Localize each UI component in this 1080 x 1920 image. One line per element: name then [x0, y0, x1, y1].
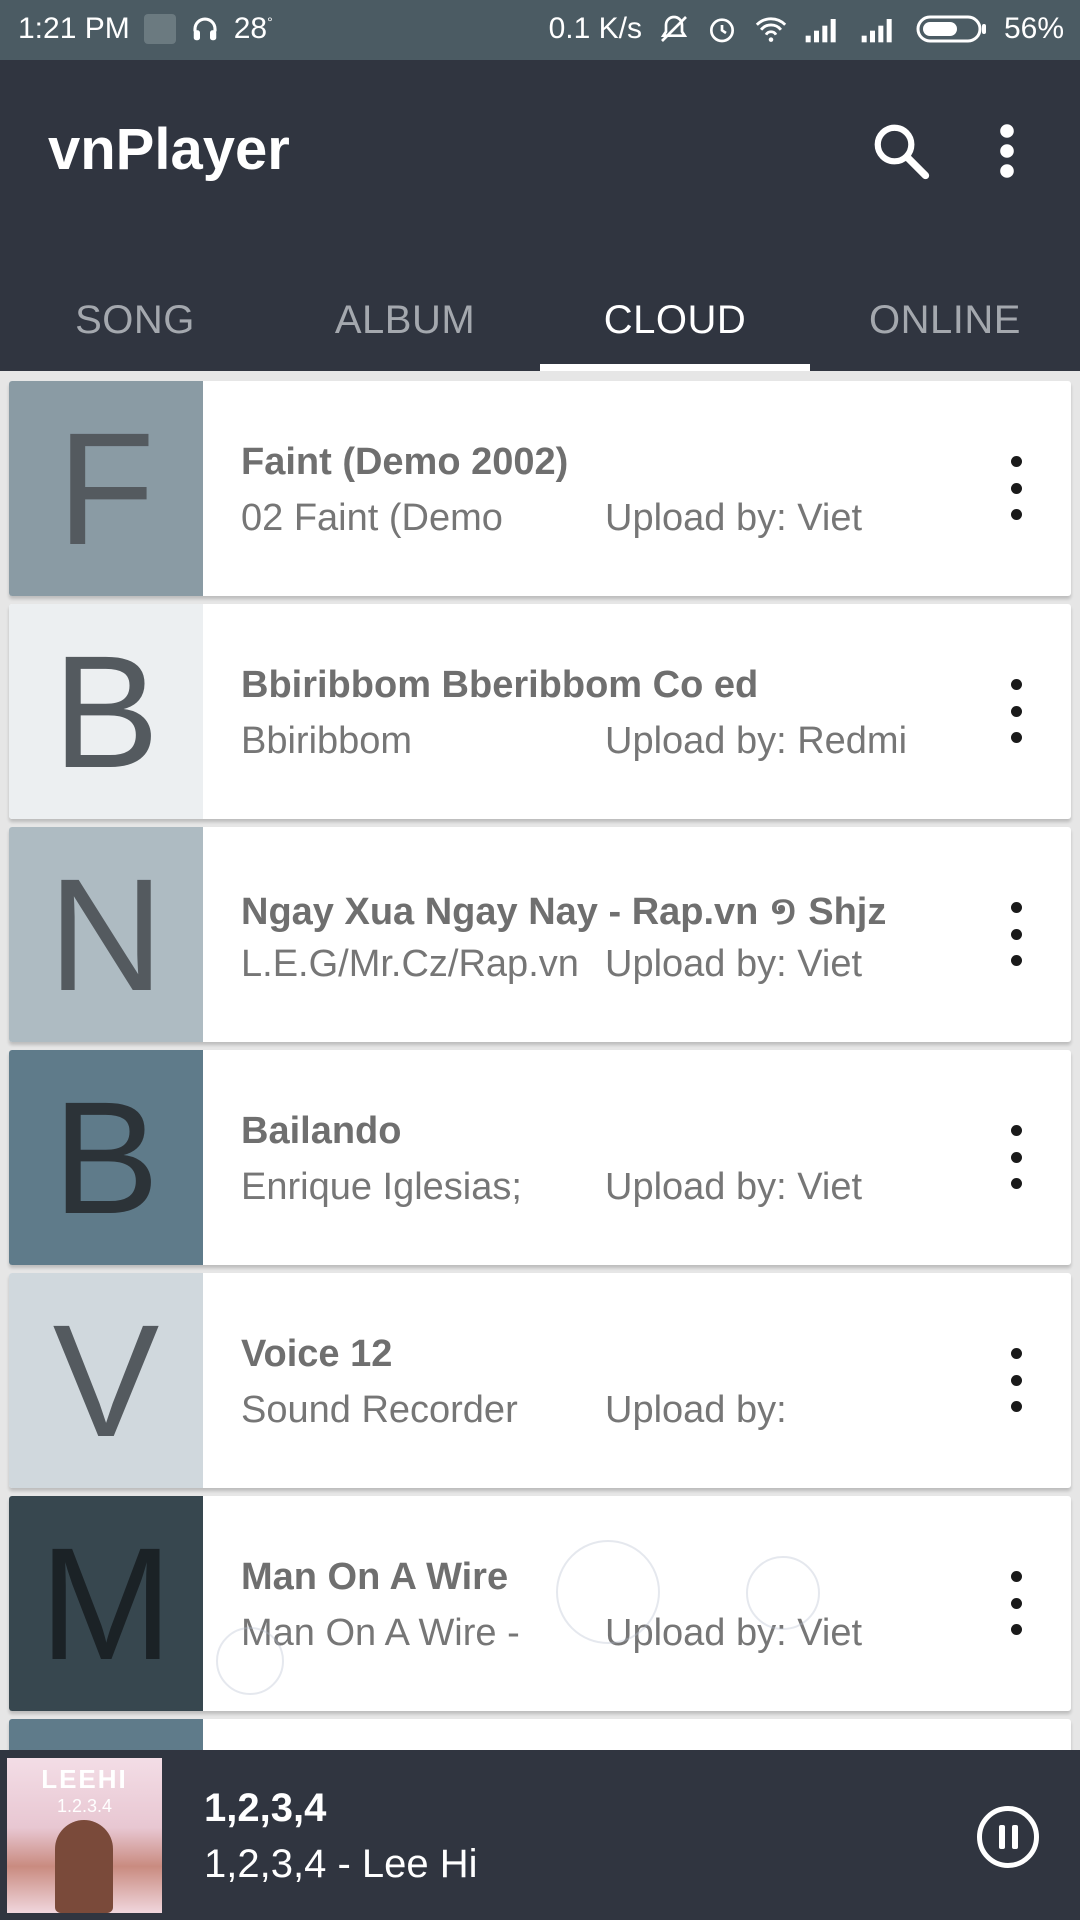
pause-circle-icon — [998, 1825, 1005, 1849]
now-playing-bar[interactable]: LEEHI 1.2.3.4 1,2,3,4 1,2,3,4 - Lee Hi — [0, 1750, 1080, 1920]
touch-ripple — [556, 1540, 660, 1644]
song-artist: Bbiribbom — [241, 720, 413, 762]
network-speed: 0.1 K/s — [548, 12, 642, 45]
battery-percent: 56% — [1003, 12, 1064, 45]
song-item[interactable]: B Bbiribbom Bberibbom Co ed Bbiribbom Up… — [9, 604, 1071, 819]
more-vert-icon — [1000, 124, 1014, 178]
tab-bar: SONG ALBUM CLOUD ONLINE — [0, 270, 1080, 371]
song-artist: Sound Recorder — [241, 1389, 518, 1431]
now-playing-subtitle: 1,2,3,4 - Lee Hi — [204, 1842, 478, 1886]
song-letter-avatar: M — [9, 1496, 203, 1711]
app-title: vnPlayer — [48, 117, 290, 182]
song-item-partial[interactable] — [9, 1719, 1071, 1750]
song-uploader: Upload by: Redmi — [605, 720, 908, 762]
song-title: Voice 12 — [241, 1333, 393, 1375]
pause-button[interactable] — [977, 1806, 1039, 1868]
mute-icon — [658, 13, 690, 45]
item-more-icon[interactable] — [1001, 1571, 1031, 1635]
song-item[interactable]: N Ngay Xua Ngay Nay - Rap.vn ១ Shjz L.E.… — [9, 827, 1071, 1042]
song-title: Man On A Wire — [241, 1556, 509, 1598]
item-more-icon[interactable] — [1001, 1348, 1031, 1412]
tab-cloud[interactable]: CLOUD — [540, 270, 810, 371]
song-artist: Man On A Wire - — [241, 1612, 520, 1654]
song-uploader: Upload by: Viet — [605, 1166, 863, 1208]
song-uploader: Upload by: — [605, 1389, 787, 1431]
battery-icon — [916, 14, 988, 44]
alarm-icon — [706, 13, 738, 45]
song-title: Bbiribbom Bberibbom Co ed — [241, 664, 759, 706]
song-letter-avatar: N — [9, 827, 203, 1042]
item-more-icon[interactable] — [1001, 679, 1031, 743]
headphones-icon — [190, 14, 220, 44]
status-time: 1:21 PM — [18, 12, 130, 45]
album-cover[interactable]: LEEHI 1.2.3.4 — [7, 1758, 162, 1913]
item-more-icon[interactable] — [1001, 456, 1031, 520]
search-button[interactable] — [866, 116, 936, 186]
tab-album[interactable]: ALBUM — [270, 270, 540, 371]
search-icon — [874, 124, 930, 180]
song-letter-avatar: V — [9, 1273, 203, 1488]
song-uploader: Upload by: Viet — [605, 497, 863, 539]
wifi-icon — [754, 14, 788, 44]
cover-figure — [55, 1820, 113, 1913]
song-item[interactable]: V Voice 12 Sound Recorder Upload by: — [9, 1273, 1071, 1488]
item-more-icon[interactable] — [1001, 902, 1031, 966]
status-bar: 1:21 PM 28° 0.1 K/s 56% — [0, 0, 1080, 60]
song-letter-avatar-partial — [9, 1719, 203, 1750]
now-playing-title: 1,2,3,4 — [204, 1786, 327, 1830]
song-artist: 02 Faint (Demo — [241, 497, 503, 539]
song-artist: L.E.G/Mr.Cz/Rap.vn — [241, 943, 579, 985]
song-title: Faint (Demo 2002) — [241, 441, 569, 483]
tab-online[interactable]: ONLINE — [810, 270, 1080, 371]
overflow-menu-button[interactable] — [972, 116, 1042, 186]
song-item[interactable]: F Faint (Demo 2002) 02 Faint (Demo Uploa… — [9, 381, 1071, 596]
song-artist: Enrique Iglesias; — [241, 1166, 522, 1208]
song-title: Ngay Xua Ngay Nay - Rap.vn ១ Shjz — [241, 891, 887, 933]
cover-artist-logo: LEEHI — [41, 1764, 128, 1794]
song-letter-avatar: F — [9, 381, 203, 596]
signal-icon — [804, 14, 844, 44]
notification-icon — [143, 14, 176, 44]
item-more-icon[interactable] — [1001, 1125, 1031, 1189]
tab-song[interactable]: SONG — [0, 270, 270, 371]
song-list: F Faint (Demo 2002) 02 Faint (Demo Uploa… — [0, 371, 1080, 1750]
touch-ripple — [746, 1556, 820, 1630]
song-item[interactable]: B Bailando Enrique Iglesias; Upload by: … — [9, 1050, 1071, 1265]
status-temperature: 28° — [233, 12, 273, 45]
app-bar: vnPlayer SONG ALBUM CLOUD ONLINE — [0, 60, 1080, 371]
song-letter-avatar: B — [9, 604, 203, 819]
cover-album-title: 1.2.3.4 — [56, 1796, 113, 1816]
signal-icon-2 — [860, 14, 900, 44]
song-uploader: Upload by: Viet — [605, 943, 863, 985]
song-title: Bailando — [241, 1110, 402, 1152]
song-item[interactable]: M Man On A Wire Man On A Wire - Upload b… — [9, 1496, 1071, 1711]
song-letter-avatar: B — [9, 1050, 203, 1265]
touch-ripple — [216, 1627, 284, 1695]
